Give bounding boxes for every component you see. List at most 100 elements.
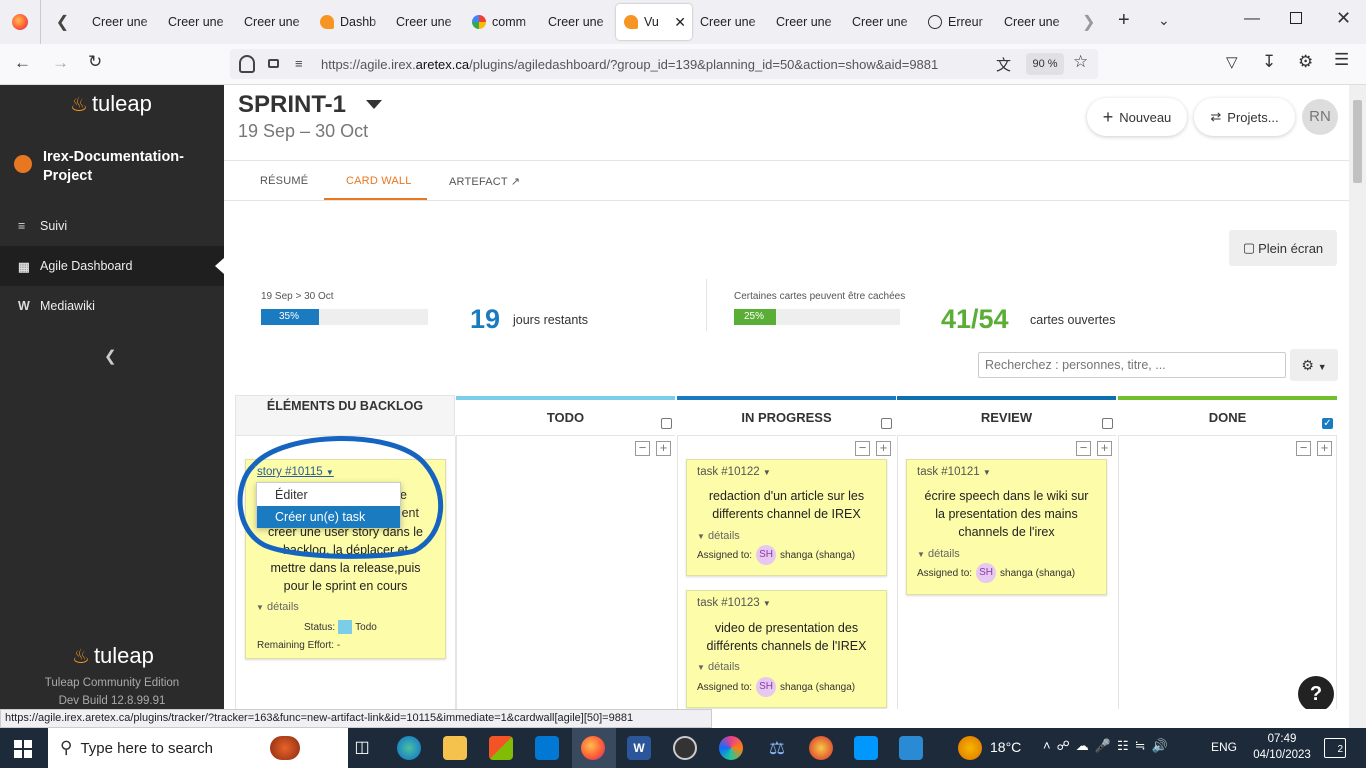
bookmark-star-icon[interactable]: ☆ — [1073, 52, 1088, 72]
collapse-sidebar-icon[interactable]: ❮ — [104, 347, 117, 365]
close-tab-icon[interactable]: ✕ — [674, 14, 686, 31]
sidebar-item-agile-dashboard[interactable]: ▦ Agile Dashboard — [0, 246, 224, 286]
sidebar-item-mediawiki[interactable]: W Mediawiki — [0, 286, 224, 326]
settings-dropdown[interactable]: ⚙ ▼ — [1290, 349, 1338, 381]
tab-list-icon[interactable]: ⌄ — [1158, 12, 1170, 29]
app-icon[interactable] — [809, 736, 833, 760]
task-view-icon[interactable]: ◫ — [350, 736, 374, 760]
edge-icon[interactable] — [397, 736, 421, 760]
new-tab-icon[interactable]: + — [1118, 9, 1130, 32]
tab-scroll-left-icon[interactable]: ❮ — [40, 0, 84, 44]
browser-tab[interactable]: Creer une — [844, 0, 920, 44]
notification-icon[interactable]: 2 — [1324, 738, 1346, 758]
browser-tab[interactable]: comm — [464, 0, 540, 44]
inprogress-checkbox[interactable] — [881, 418, 892, 429]
weather-icon[interactable] — [958, 736, 982, 760]
collapse-inprogress-icon[interactable]: − — [855, 441, 870, 456]
shield-icon[interactable] — [239, 55, 255, 73]
mail-icon[interactable] — [535, 736, 559, 760]
extensions-icon[interactable]: ⚙ — [1298, 52, 1313, 72]
zoom-level[interactable]: 90 % — [1026, 53, 1064, 75]
vscode-icon[interactable] — [854, 736, 878, 760]
url-text[interactable]: https://agile.irex.aretex.ca/plugins/agi… — [321, 57, 988, 72]
word-icon[interactable]: W — [627, 736, 651, 760]
done-checkbox[interactable]: ✓ — [1322, 418, 1333, 429]
help-button[interactable]: ? — [1298, 676, 1334, 709]
expand-review-icon[interactable]: + — [1097, 441, 1112, 456]
task-card[interactable]: task #10123 ▼ video de presentation des … — [686, 590, 887, 708]
browser-tab[interactable]: Creer une — [692, 0, 768, 44]
browser-tab[interactable]: Creer une — [388, 0, 464, 44]
todo-checkbox[interactable] — [661, 418, 672, 429]
fullscreen-button[interactable]: ▢ Plein écran — [1229, 230, 1337, 266]
tab-resume[interactable]: RÉSUMÉ — [260, 175, 308, 187]
expand-done-icon[interactable]: + — [1317, 441, 1332, 456]
projects-button[interactable]: ⇄ Projets... — [1194, 98, 1295, 136]
store-icon[interactable] — [489, 736, 513, 760]
restore-icon[interactable] — [1290, 12, 1302, 24]
sidebar-item-suivi[interactable]: ≡ Suivi — [0, 206, 224, 246]
expand-todo-icon[interactable]: + — [656, 441, 671, 456]
avatar[interactable]: RN — [1302, 99, 1338, 135]
title-dropdown-icon[interactable] — [366, 100, 382, 109]
collapse-review-icon[interactable]: − — [1076, 441, 1091, 456]
browser-tab[interactable]: Creer une — [540, 0, 616, 44]
translate-icon[interactable]: 文 — [996, 54, 1011, 75]
obs-icon[interactable] — [673, 736, 697, 760]
tuleap-logo[interactable]: ♨ tuleap — [70, 91, 152, 117]
project-name[interactable]: Irex-Documentation-Project — [43, 148, 213, 186]
tab-scroll-right-icon[interactable]: ❯ — [1082, 12, 1095, 32]
task-id[interactable]: task #10121 ▼ — [917, 466, 991, 478]
clock-date[interactable]: 04/10/2023 — [1246, 749, 1318, 761]
clock-time[interactable]: 07:49 — [1252, 733, 1312, 745]
browser-tab[interactable]: Erreur — [920, 0, 996, 44]
pocket-icon[interactable]: ▽ — [1226, 53, 1238, 71]
expand-inprogress-icon[interactable]: + — [876, 441, 891, 456]
task-card[interactable]: task #10121 ▼ écrire speech dans le wiki… — [906, 459, 1107, 595]
file-explorer-icon[interactable] — [443, 736, 467, 760]
tool-icon[interactable]: ⚖ — [765, 736, 789, 760]
task-card[interactable]: task #10122 ▼ redaction d'un article sur… — [686, 459, 887, 576]
tab-artefact[interactable]: ARTEFACT ↗ — [449, 175, 520, 188]
collapse-todo-icon[interactable]: − — [635, 441, 650, 456]
task-details-toggle[interactable]: ▼ détails — [697, 661, 740, 673]
close-window-icon[interactable]: ✕ — [1336, 8, 1351, 29]
minimize-icon[interactable]: — — [1244, 10, 1260, 28]
page-scrollbar[interactable] — [1349, 85, 1366, 728]
scrollbar-thumb[interactable] — [1353, 100, 1362, 183]
review-checkbox[interactable] — [1102, 418, 1113, 429]
browser-tab[interactable]: Creer une — [160, 0, 236, 44]
browser-tab[interactable]: Dashb — [312, 0, 388, 44]
forward-icon[interactable]: → — [52, 53, 69, 73]
browser-tab[interactable]: Creer une — [236, 0, 312, 44]
taskbar-search[interactable]: ⚲ Type here to search — [48, 728, 348, 768]
browser-tab[interactable]: Creer une — [996, 0, 1072, 44]
story-details-toggle[interactable]: ▼ détails — [256, 601, 299, 613]
browser-tab[interactable]: Creer une — [768, 0, 844, 44]
browser-tab[interactable]: Creer une — [84, 0, 160, 44]
language-indicator[interactable]: ENG — [1211, 740, 1237, 754]
search-input[interactable] — [978, 352, 1286, 378]
permissions-icon[interactable]: ≡ — [295, 56, 303, 71]
photos-icon[interactable] — [899, 736, 923, 760]
address-bar[interactable]: ≡ https://agile.irex.aretex.ca/plugins/a… — [230, 49, 1098, 79]
paint-icon[interactable] — [719, 736, 743, 760]
task-id[interactable]: task #10122 ▼ — [697, 466, 771, 478]
lock-icon[interactable] — [268, 59, 279, 68]
back-icon[interactable]: ← — [14, 53, 31, 73]
task-details-toggle[interactable]: ▼ détails — [697, 530, 740, 542]
temperature[interactable]: 18°C — [990, 739, 1021, 755]
menu-icon[interactable]: ☰ — [1334, 50, 1349, 70]
new-button[interactable]: + Nouveau — [1087, 98, 1187, 136]
windows-start-icon[interactable] — [14, 740, 32, 758]
collapse-done-icon[interactable]: − — [1296, 441, 1311, 456]
downloads-icon[interactable]: ↧ — [1262, 52, 1276, 72]
task-details-toggle[interactable]: ▼ détails — [917, 548, 960, 560]
firefox-icon[interactable] — [0, 0, 40, 44]
browser-tab[interactable]: Vu ✕ — [616, 4, 692, 40]
reload-icon[interactable]: ↻ — [88, 52, 102, 72]
firefox-taskbar-icon[interactable] — [581, 736, 605, 760]
task-id[interactable]: task #10123 ▼ — [697, 597, 771, 609]
system-tray-icons[interactable]: ˄☍☁🎤☷≒🔊 — [1043, 738, 1174, 754]
tab-cardwall[interactable]: CARD WALL — [346, 175, 412, 187]
